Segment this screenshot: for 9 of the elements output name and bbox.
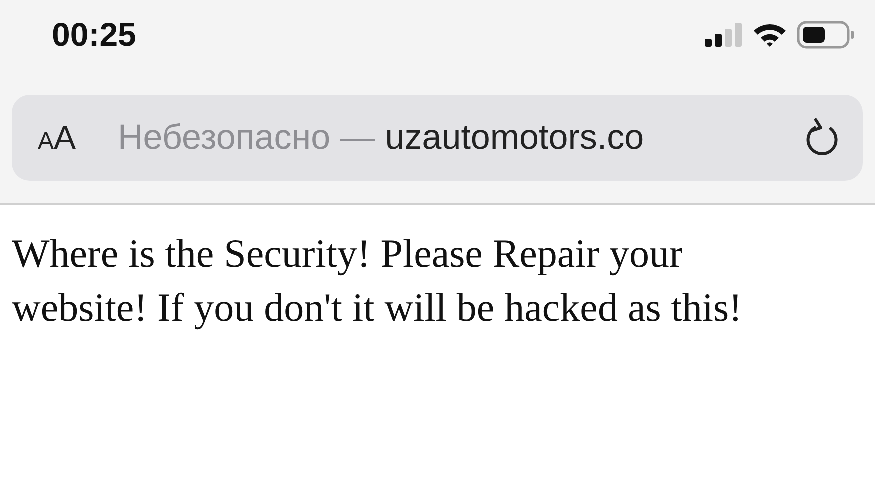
page-paragraph: Where is the Security! Please Repair your website! If you don't it will be hacked as this! <box>12 230 744 332</box>
url-text: uzautomotors.co <box>385 118 644 158</box>
wifi-icon <box>753 22 787 48</box>
signal-icon <box>705 23 743 47</box>
security-label: Небезопасно — <box>118 118 376 158</box>
text-size-button[interactable]: AA <box>38 119 76 157</box>
address-bar[interactable]: AA Небезопасно — uzautomotors.co <box>12 95 863 181</box>
status-time: 00:25 <box>52 16 136 54</box>
battery-icon <box>797 21 855 49</box>
